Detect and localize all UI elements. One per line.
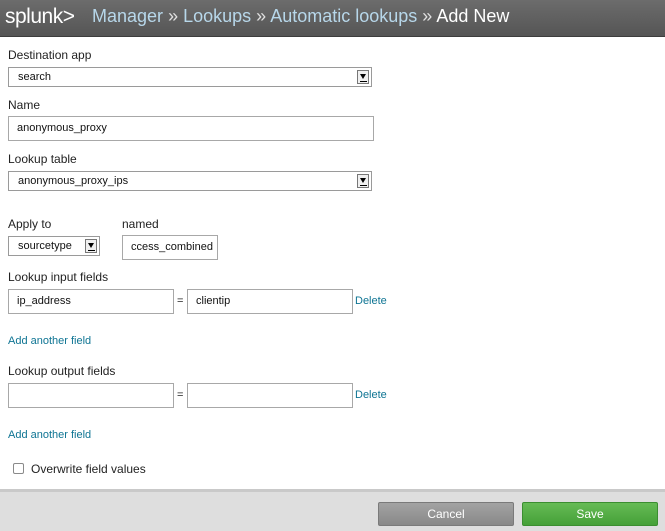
breadcrumb-separator: »	[168, 6, 179, 26]
dropdown-arrow-icon	[357, 174, 369, 188]
output-field-event-field[interactable]	[187, 383, 353, 408]
named-label: named	[122, 217, 159, 231]
save-button[interactable]: Save	[522, 502, 658, 526]
name-label: Name	[8, 98, 41, 112]
named-input[interactable]: ccess_combined	[122, 235, 218, 260]
lookup-table-select[interactable]: anonymous_proxy_ips	[8, 171, 372, 191]
delete-input-field-link[interactable]: Delete	[355, 295, 387, 307]
equals-sign: =	[177, 295, 184, 307]
destination-app-value: search	[18, 71, 52, 83]
delete-output-field-link[interactable]: Delete	[355, 389, 387, 401]
overwrite-label: Overwrite field values	[31, 462, 146, 476]
lookup-table-value: anonymous_proxy_ips	[18, 175, 129, 187]
breadcrumb-automatic-lookups[interactable]: Automatic lookups	[270, 6, 417, 26]
apply-to-value: sourcetype	[18, 240, 72, 252]
output-field-lookup-column[interactable]	[8, 383, 174, 408]
add-output-field-link[interactable]: Add another field	[8, 429, 91, 441]
apply-to-label: Apply to	[8, 217, 52, 231]
breadcrumb-separator: »	[422, 6, 433, 26]
apply-to-select[interactable]: sourcetype	[8, 236, 100, 256]
input-fields-label: Lookup input fields	[8, 270, 109, 284]
breadcrumb-manager[interactable]: Manager	[92, 6, 163, 26]
cancel-button[interactable]: Cancel	[378, 502, 514, 526]
input-field-event-field[interactable]: clientip	[187, 289, 353, 314]
destination-app-select[interactable]: search	[8, 67, 372, 87]
output-fields-label: Lookup output fields	[8, 364, 116, 378]
dropdown-arrow-icon	[85, 239, 97, 253]
breadcrumb: Manager » Lookups » Automatic lookups » …	[92, 6, 509, 27]
add-input-field-link[interactable]: Add another field	[8, 335, 91, 347]
splunk-logo[interactable]: splunk>	[5, 5, 75, 29]
breadcrumb-separator: »	[256, 6, 267, 26]
name-input[interactable]: anonymous_proxy	[8, 116, 374, 141]
input-field-lookup-column[interactable]: ip_address	[8, 289, 174, 314]
form-footer: Cancel Save	[0, 489, 665, 531]
overwrite-checkbox[interactable]	[13, 463, 24, 474]
breadcrumb-lookups[interactable]: Lookups	[183, 6, 251, 26]
app-header: splunk> Manager » Lookups » Automatic lo…	[0, 0, 665, 37]
lookup-table-label: Lookup table	[8, 152, 77, 166]
breadcrumb-current: Add New	[436, 6, 510, 26]
equals-sign: =	[177, 389, 184, 401]
destination-app-label: Destination app	[8, 48, 92, 62]
dropdown-arrow-icon	[357, 70, 369, 84]
